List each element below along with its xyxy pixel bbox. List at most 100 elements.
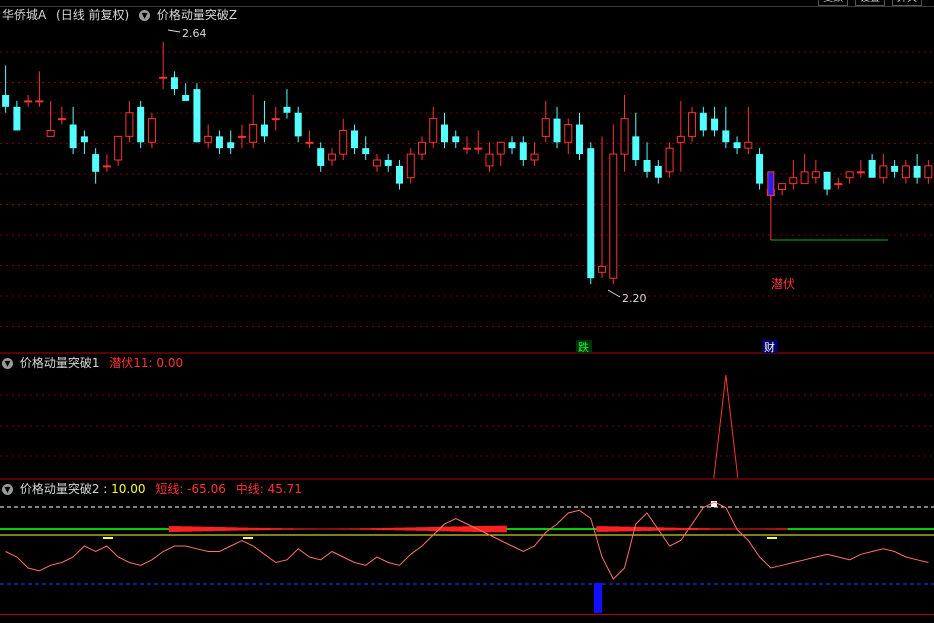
candle-body [440,124,448,143]
period-label: (日线 前复权) [56,8,130,22]
band-segment [135,528,147,530]
stock-name[interactable]: 华侨城A [2,8,46,22]
candle-body [891,165,899,172]
candle-body [137,106,145,143]
band-segment [675,527,687,531]
candle-body [57,118,66,121]
band-segment [461,526,474,532]
candle-body [429,118,438,143]
short-line-value: 短线: -65.06 [155,482,226,496]
band-segment [720,528,732,530]
chart-canvas[interactable]: 2.64 2.20 潜伏 跌 财 [0,0,934,622]
candle-body [102,165,111,168]
band-segment [607,526,620,532]
band-segment [168,526,181,532]
marker-die: 跌 [578,340,589,354]
mid-marker [103,537,113,539]
band-segment [832,528,845,530]
candle-body [204,135,213,143]
mid-marker [243,537,253,539]
candle-body [688,112,697,137]
band-segment [855,528,867,530]
candle-body [193,89,201,143]
candle-body [182,95,190,101]
candle-body [35,100,44,103]
band-segment [787,528,800,530]
candle-body [643,160,651,172]
indicator-name[interactable]: 价格动量突破1 [20,356,100,370]
band-segment [585,528,597,530]
low-price-label: 2.20 [622,292,647,305]
band-segment [33,528,46,530]
candle-body [215,136,223,149]
candle-body [350,130,358,149]
candle-body [756,154,764,184]
candle-body [564,124,573,143]
candle-body [249,124,258,143]
candle-body [676,135,685,143]
band-segment [866,528,879,530]
band-segment [663,527,676,531]
band-segment [528,528,541,530]
band-segment [798,528,811,530]
candle-body [722,130,730,143]
candle-body [789,177,798,185]
band-segment [67,528,80,530]
candle-body [868,160,876,178]
band-segment [506,528,519,530]
signal-text: 潜伏 [771,277,795,291]
panel3-header: ▼ 价格动量突破2 : 10.00 短线: -65.06 中线: 45.71 [2,481,302,497]
band-segment [236,527,249,531]
band-segment [618,526,631,532]
candle-body [587,148,595,279]
candle-body [834,183,843,186]
band-segment [337,528,350,530]
candle-body [879,165,888,179]
candle-body [147,118,156,143]
band-segment [146,528,159,530]
band-segment [292,528,305,530]
band-segment [303,528,316,530]
candle-body [271,118,280,121]
band-segment [123,528,136,530]
band-segment [843,528,856,530]
indicator-menu-icon[interactable]: ▼ [2,484,13,495]
candle-body [609,153,618,279]
band-segment [112,528,125,530]
high-pointer [167,29,181,33]
candle-body [114,135,123,161]
candle-body [711,118,719,131]
panel1-header: 华侨城A (日线 前复权) ▼ 价格动量突破Z [2,7,237,23]
candle-body [395,165,403,184]
candle-body [744,141,753,149]
band-segment [888,528,901,530]
candle-body [237,135,246,138]
candle-body [227,142,235,149]
band-segment [697,528,710,530]
signal-candle [767,171,775,196]
candle-body [620,118,629,155]
candle-body [362,148,370,155]
indicator-menu-icon[interactable]: ▼ [2,358,13,369]
indicator-name[interactable]: 价格动量突破2 [20,482,100,496]
high-price-label: 2.64 [182,27,207,40]
band-segment [753,528,766,530]
candle-body [92,154,100,172]
candle-body [598,265,607,273]
candle-body [699,112,707,131]
candle-body [13,106,21,131]
candle-body [159,76,168,79]
indicator-menu-icon[interactable]: ▼ [139,10,151,21]
indicator-name[interactable]: 价格动量突破Z [157,8,237,22]
band-segment [416,527,429,531]
candle-body [384,160,392,166]
candle-body [339,129,348,155]
band-segment [247,527,260,531]
band-segment [393,527,406,531]
candle-body [317,148,325,166]
band-segment [11,528,24,530]
candle-body [294,112,302,137]
band-segment [45,528,57,530]
band-segment [450,526,462,532]
band-segment [495,525,507,533]
